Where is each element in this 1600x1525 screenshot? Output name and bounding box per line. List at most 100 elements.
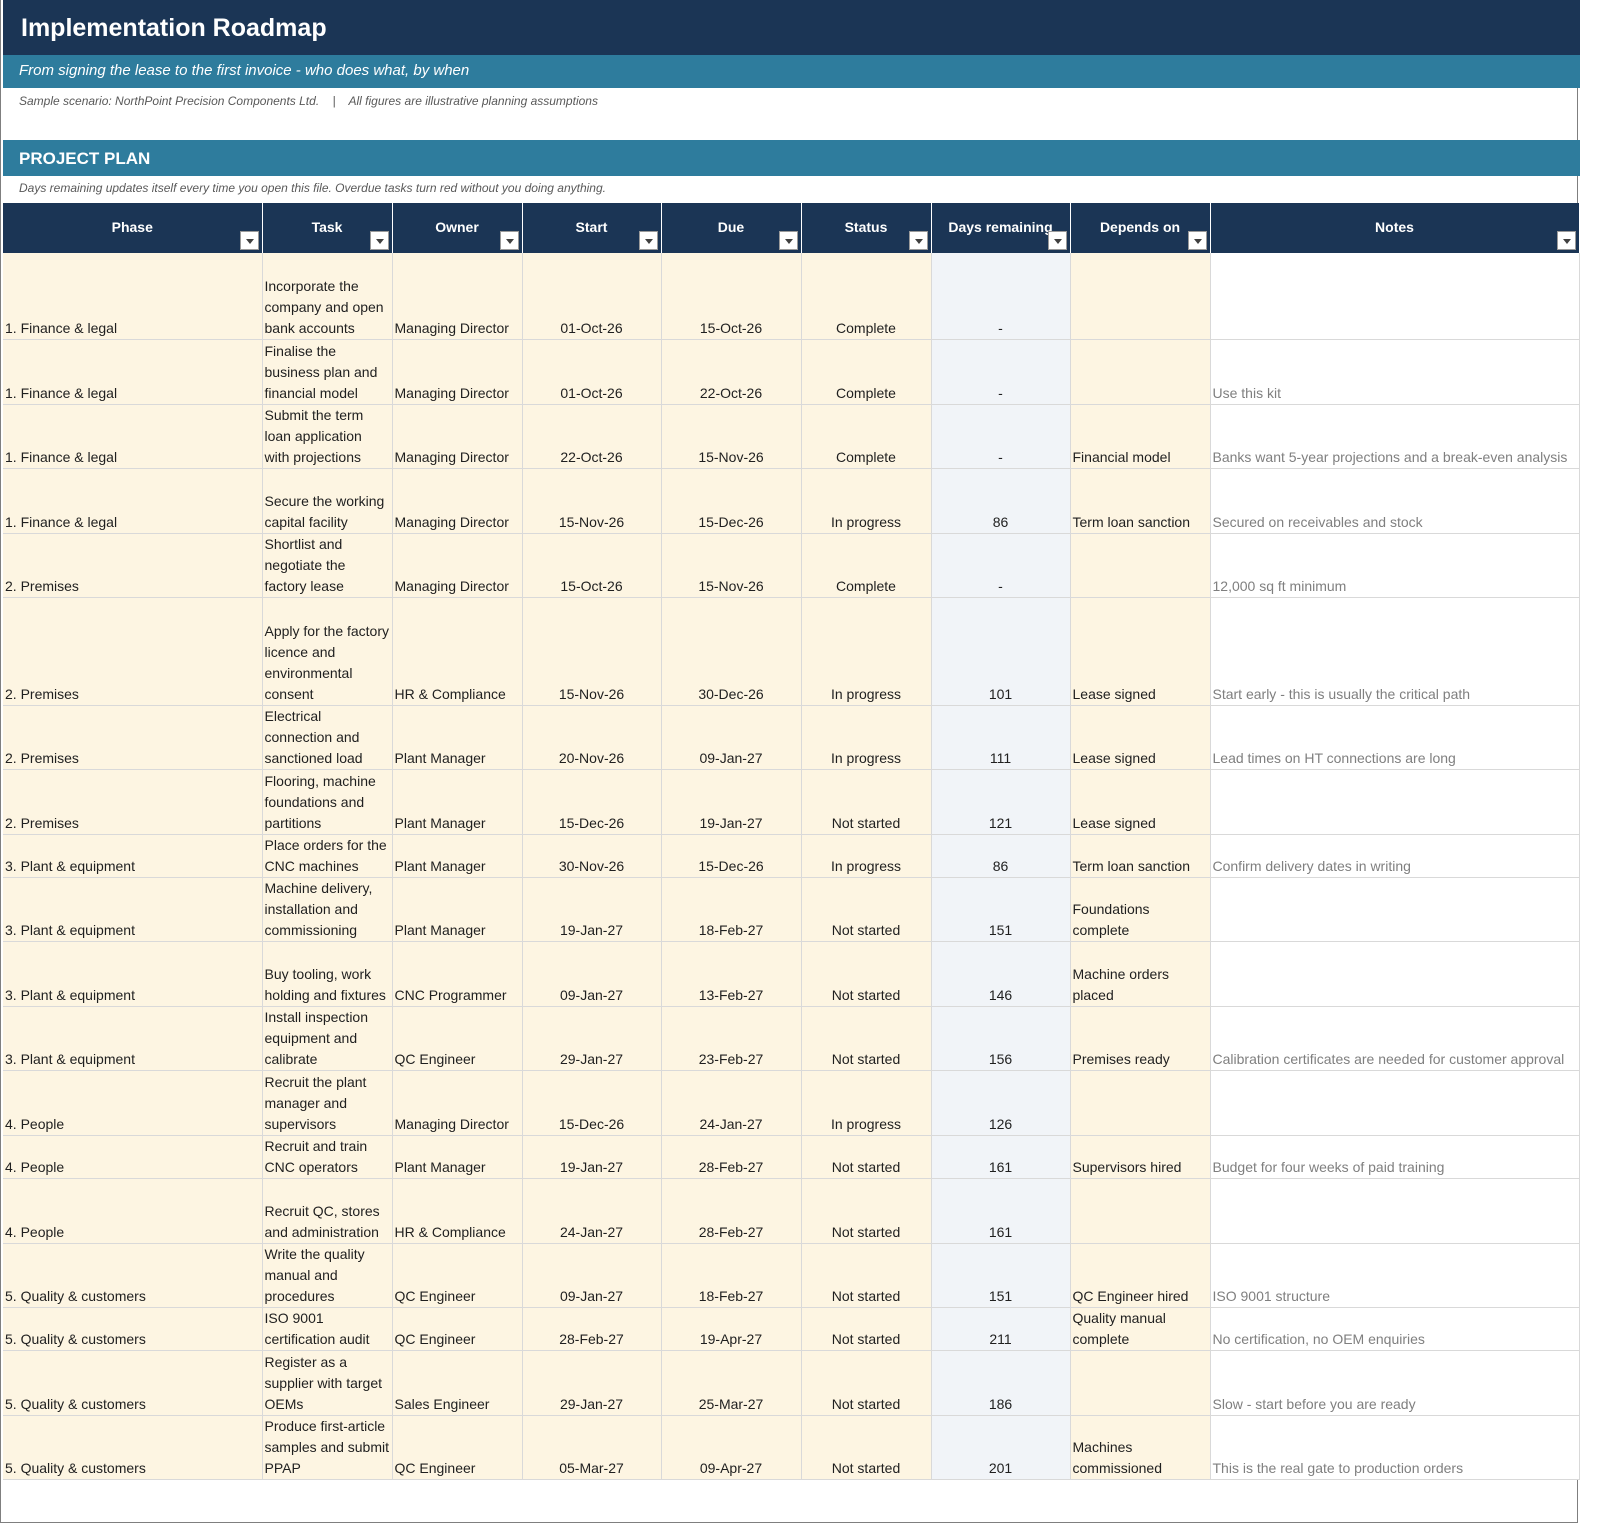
cell-task[interactable]: Incorporate the company and open bank ac… — [262, 253, 393, 340]
cell-days-remaining[interactable]: 161 — [931, 1178, 1071, 1244]
cell-task[interactable]: Electrical connection and sanctioned loa… — [262, 705, 393, 770]
cell-task[interactable]: Register as a supplier with target OEMs — [262, 1350, 393, 1416]
cell-due[interactable]: 24-Jan-27 — [661, 1070, 802, 1136]
cell-due[interactable]: 18-Feb-27 — [661, 1243, 802, 1308]
cell-notes[interactable]: 12,000 sq ft minimum — [1210, 533, 1580, 598]
filter-dropdown-icon[interactable] — [1187, 231, 1207, 250]
column-header-notes[interactable]: Notes — [1210, 203, 1580, 253]
cell-start[interactable]: 20-Nov-26 — [522, 705, 662, 770]
cell-owner[interactable]: QC Engineer — [392, 1006, 523, 1071]
cell-due[interactable]: 28-Feb-27 — [661, 1178, 802, 1244]
cell-status[interactable]: Not started — [801, 1178, 932, 1244]
cell-notes[interactable]: Start early - this is usually the critic… — [1210, 597, 1580, 706]
cell-depends-on[interactable]: Term loan sanction — [1070, 468, 1211, 534]
cell-depends-on[interactable]: QC Engineer hired — [1070, 1243, 1211, 1308]
cell-notes[interactable]: Secured on receivables and stock — [1210, 468, 1580, 534]
cell-owner[interactable]: Managing Director — [392, 533, 523, 598]
cell-phase[interactable]: 2. Premises — [3, 533, 263, 598]
scenario-note[interactable]: Sample scenario: NorthPoint Precision Co… — [19, 94, 598, 108]
cell-start[interactable]: 19-Jan-27 — [522, 1135, 662, 1179]
cell-task[interactable]: Submit the term loan application with pr… — [262, 404, 393, 469]
cell-task[interactable]: Machine delivery, installation and commi… — [262, 877, 393, 942]
cell-status[interactable]: Not started — [801, 941, 932, 1007]
filter-dropdown-icon[interactable] — [369, 231, 389, 250]
cell-start[interactable]: 15-Dec-26 — [522, 1070, 662, 1136]
cell-owner[interactable]: Managing Director — [392, 339, 523, 405]
cell-days-remaining[interactable]: 211 — [931, 1307, 1071, 1351]
cell-depends-on[interactable] — [1070, 1070, 1211, 1136]
cell-notes[interactable] — [1210, 769, 1580, 835]
cell-owner[interactable]: Plant Manager — [392, 877, 523, 942]
cell-notes[interactable]: Banks want 5-year projections and a brea… — [1210, 404, 1580, 469]
cell-task[interactable]: Secure the working capital facility — [262, 468, 393, 534]
cell-depends-on[interactable]: Supervisors hired — [1070, 1135, 1211, 1179]
filter-dropdown-icon[interactable] — [499, 231, 519, 250]
cell-notes[interactable]: Use this kit — [1210, 339, 1580, 405]
cell-due[interactable]: 19-Jan-27 — [661, 769, 802, 835]
cell-days-remaining[interactable]: 161 — [931, 1135, 1071, 1179]
cell-phase[interactable]: 4. People — [3, 1178, 263, 1244]
cell-notes[interactable] — [1210, 253, 1580, 340]
cell-status[interactable]: Not started — [801, 1135, 932, 1179]
cell-phase[interactable]: 3. Plant & equipment — [3, 941, 263, 1007]
cell-notes[interactable] — [1210, 877, 1580, 942]
cell-owner[interactable]: Plant Manager — [392, 705, 523, 770]
section-hint[interactable]: Days remaining updates itself every time… — [19, 181, 606, 195]
cell-start[interactable]: 24-Jan-27 — [522, 1178, 662, 1244]
cell-task[interactable]: Recruit QC, stores and administration — [262, 1178, 393, 1244]
filter-dropdown-icon[interactable] — [1047, 231, 1067, 250]
cell-days-remaining[interactable]: 86 — [931, 468, 1071, 534]
cell-start[interactable]: 30-Nov-26 — [522, 834, 662, 878]
cell-days-remaining[interactable]: 111 — [931, 705, 1071, 770]
cell-days-remaining[interactable]: 146 — [931, 941, 1071, 1007]
cell-phase[interactable]: 3. Plant & equipment — [3, 834, 263, 878]
cell-owner[interactable]: Plant Manager — [392, 834, 523, 878]
cell-due[interactable]: 15-Nov-26 — [661, 404, 802, 469]
cell-phase[interactable]: 4. People — [3, 1135, 263, 1179]
cell-owner[interactable]: CNC Programmer — [392, 941, 523, 1007]
cell-status[interactable]: Not started — [801, 1243, 932, 1308]
cell-days-remaining[interactable]: - — [931, 339, 1071, 405]
cell-owner[interactable]: Managing Director — [392, 404, 523, 469]
cell-task[interactable]: Apply for the factory licence and enviro… — [262, 597, 393, 706]
cell-phase[interactable]: 2. Premises — [3, 705, 263, 770]
cell-task[interactable]: Recruit and train CNC operators — [262, 1135, 393, 1179]
filter-dropdown-icon[interactable] — [1556, 231, 1576, 250]
filter-dropdown-icon[interactable] — [638, 231, 658, 250]
cell-days-remaining[interactable]: 151 — [931, 877, 1071, 942]
cell-notes[interactable]: Calibration certificates are needed for … — [1210, 1006, 1580, 1071]
cell-task[interactable]: Flooring, machine foundations and partit… — [262, 769, 393, 835]
filter-dropdown-icon[interactable] — [778, 231, 798, 250]
section-title[interactable]: PROJECT PLAN — [19, 149, 150, 169]
cell-owner[interactable]: QC Engineer — [392, 1243, 523, 1308]
cell-start[interactable]: 01-Oct-26 — [522, 339, 662, 405]
column-header-depends-on[interactable]: Depends on — [1070, 203, 1211, 253]
page-subtitle[interactable]: From signing the lease to the first invo… — [19, 62, 469, 79]
cell-due[interactable]: 30-Dec-26 — [661, 597, 802, 706]
cell-start[interactable]: 19-Jan-27 — [522, 877, 662, 942]
cell-status[interactable]: Not started — [801, 1307, 932, 1351]
cell-start[interactable]: 01-Oct-26 — [522, 253, 662, 340]
cell-phase[interactable]: 1. Finance & legal — [3, 468, 263, 534]
cell-notes[interactable]: This is the real gate to production orde… — [1210, 1415, 1580, 1480]
cell-owner[interactable]: QC Engineer — [392, 1307, 523, 1351]
cell-due[interactable]: 13-Feb-27 — [661, 941, 802, 1007]
cell-task[interactable]: Place orders for the CNC machines — [262, 834, 393, 878]
cell-due[interactable]: 28-Feb-27 — [661, 1135, 802, 1179]
cell-depends-on[interactable] — [1070, 533, 1211, 598]
cell-task[interactable]: Buy tooling, work holding and fixtures — [262, 941, 393, 1007]
cell-start[interactable]: 09-Jan-27 — [522, 941, 662, 1007]
filter-dropdown-icon[interactable] — [908, 231, 928, 250]
cell-owner[interactable]: HR & Compliance — [392, 597, 523, 706]
cell-start[interactable]: 28-Feb-27 — [522, 1307, 662, 1351]
cell-due[interactable]: 09-Jan-27 — [661, 705, 802, 770]
cell-start[interactable]: 15-Nov-26 — [522, 597, 662, 706]
cell-notes[interactable]: Budget for four weeks of paid training — [1210, 1135, 1580, 1179]
cell-phase[interactable]: 2. Premises — [3, 769, 263, 835]
cell-notes[interactable]: ISO 9001 structure — [1210, 1243, 1580, 1308]
page-title[interactable]: Implementation Roadmap — [21, 14, 327, 43]
cell-status[interactable]: Not started — [801, 769, 932, 835]
cell-days-remaining[interactable]: 101 — [931, 597, 1071, 706]
cell-due[interactable]: 15-Oct-26 — [661, 253, 802, 340]
cell-days-remaining[interactable]: - — [931, 253, 1071, 340]
